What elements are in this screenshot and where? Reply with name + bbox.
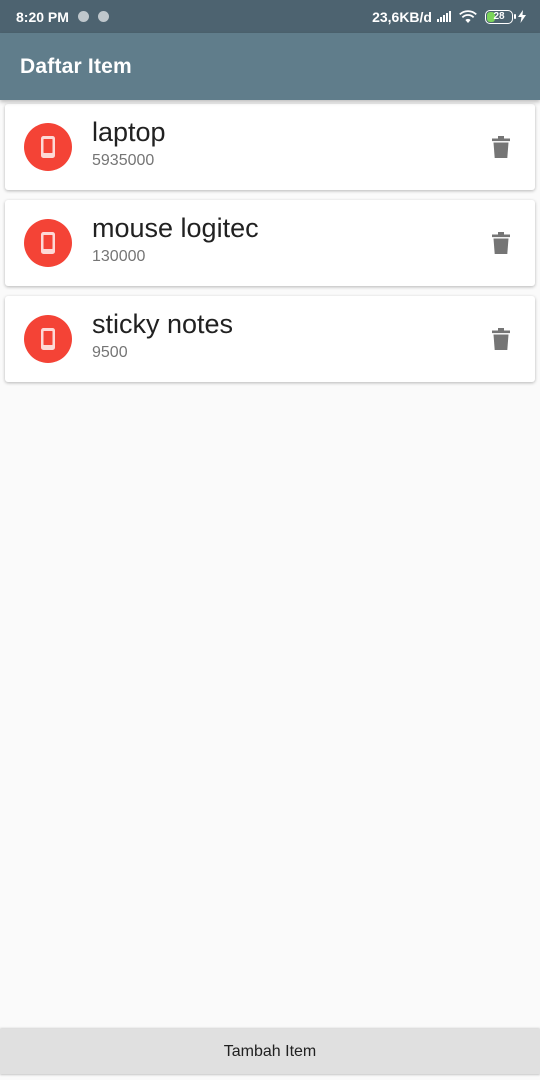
item-list: laptop 5935000 mouse logitec 130000 stic… (0, 104, 540, 392)
trash-icon (492, 328, 510, 350)
list-item[interactable]: mouse logitec 130000 (5, 200, 535, 286)
app-root: 8:20 PM 23,6KB/d 28 Daftar Item laptop 5… (0, 0, 540, 1080)
trash-icon (492, 136, 510, 158)
item-name: laptop (92, 117, 166, 147)
signal-icon (436, 11, 451, 22)
item-price: 9500 (92, 344, 128, 361)
app-bar: Daftar Item (0, 33, 540, 100)
item-name: sticky notes (92, 309, 234, 339)
wifi-icon (459, 9, 477, 23)
page-title: Daftar Item (20, 54, 132, 78)
delete-button[interactable] (487, 324, 515, 354)
delete-button[interactable] (487, 132, 515, 162)
item-avatar (24, 315, 72, 363)
status-bar: 8:20 PM 23,6KB/d 28 (0, 0, 540, 33)
item-price: 5935000 (92, 152, 155, 169)
network-speed: 23,6KB/d (372, 8, 432, 25)
phone-icon (41, 328, 55, 350)
delete-button[interactable] (487, 228, 515, 258)
item-price: 130000 (92, 248, 146, 265)
battery-icon: 28 (485, 9, 516, 24)
battery-level: 28 (493, 11, 505, 22)
charging-bolt-icon (518, 10, 526, 23)
item-name: mouse logitec (92, 213, 259, 243)
item-avatar (24, 219, 72, 267)
trash-icon (492, 232, 510, 254)
item-avatar (24, 123, 72, 171)
list-item[interactable]: sticky notes 9500 (5, 296, 535, 382)
status-time: 8:20 PM (16, 8, 69, 25)
phone-icon (41, 232, 55, 254)
notification-dot-icon (77, 11, 89, 22)
notification-dot-icon (97, 11, 109, 22)
list-item[interactable]: laptop 5935000 (5, 104, 535, 190)
add-item-button[interactable]: Tambah Item (0, 1029, 540, 1074)
phone-icon (41, 136, 55, 158)
